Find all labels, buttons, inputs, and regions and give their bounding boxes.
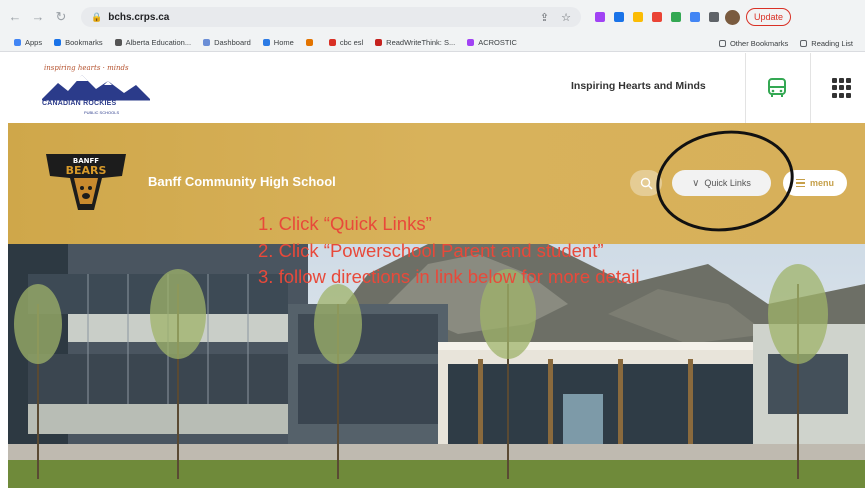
browser-toolbar: ← → ↻ 🔒 bchs.crps.ca ⇪ ☆ Update — [0, 0, 865, 34]
bookmarks-bar: Apps Bookmarks Alberta Education... Dashboa… — [0, 34, 865, 52]
bookmark-folder[interactable]: Other Bookmarks — [718, 38, 789, 48]
bookmark-folder[interactable]: Reading List — [800, 39, 853, 48]
school-banner: BANFF BEARS Banff Community High School … — [8, 121, 865, 244]
bookmark-favicon-icon — [54, 39, 62, 46]
bears-logo[interactable]: BANFF BEARS — [42, 148, 130, 214]
bookmark-item[interactable]: Dashboard — [203, 38, 251, 47]
logo-subtitle: PUBLIC SCHOOLS — [84, 110, 120, 115]
instruction-step-1: 1. Click “Quick Links” — [258, 213, 432, 234]
address-bar[interactable]: 🔒 bchs.crps.ca ⇪ ☆ — [81, 7, 581, 27]
profile-avatar[interactable] — [725, 9, 740, 25]
bookmark-label: Dashboard — [214, 38, 251, 47]
hand-drawn-circle-annotation — [649, 121, 801, 241]
extensions-bar — [595, 12, 719, 22]
puzzle-icon[interactable] — [709, 12, 719, 22]
instruction-step-2: 2. Click “Powerschool Parent and student… — [258, 240, 604, 261]
bookmark-label: cbc esl — [339, 38, 364, 47]
bookmark-folder-label: Other Bookmarks — [729, 38, 789, 48]
forward-icon[interactable]: → — [31, 10, 45, 24]
folder-icon — [718, 39, 726, 47]
extension-icon[interactable] — [690, 12, 700, 22]
bookmark-favicon-icon — [14, 39, 21, 46]
bookmark-item[interactable]: Home — [262, 38, 294, 47]
bears-logo-bottom-text: BEARS — [66, 164, 107, 177]
instruction-step-3: 3. follow directions in link below for m… — [258, 266, 640, 287]
bookmark-item[interactable]: ReadWriteThink: S... — [375, 38, 455, 47]
logo-tagline: inspiring hearts · minds — [44, 64, 129, 72]
update-button[interactable]: Update — [746, 8, 792, 26]
logo-name: CANADIAN ROCKIES — [42, 100, 117, 107]
share-icon[interactable]: ⇪ — [540, 11, 549, 24]
extension-icon[interactable] — [671, 12, 681, 22]
search-icon — [640, 177, 652, 189]
bookmark-favicon-icon — [262, 39, 270, 46]
school-name[interactable]: Banff Community High School — [148, 174, 336, 189]
bookmark-label: ReadWriteThink: S... — [386, 38, 456, 47]
bookmark-item[interactable]: cbc esl — [328, 38, 364, 47]
site-header — [0, 53, 865, 123]
bookmark-label: Bookmarks — [65, 38, 103, 47]
bookmark-item[interactable]: Alberta Education... — [114, 38, 192, 47]
bookmark-label: ACROSTIC — [478, 38, 517, 47]
url-text: bchs.crps.ca — [108, 11, 170, 23]
bookmark-item[interactable]: Apps — [14, 38, 42, 47]
bookmark-favicon-icon — [328, 39, 336, 46]
bookmark-favicon-icon — [305, 39, 313, 46]
hamburger-icon — [795, 178, 805, 188]
reload-icon[interactable]: ↻ — [54, 10, 68, 24]
extension-icon[interactable] — [652, 12, 662, 22]
bookmark-item[interactable]: ACROSTIC — [467, 38, 517, 47]
bookmark-item[interactable] — [305, 38, 317, 47]
bookmark-item[interactable]: Bookmarks — [54, 38, 103, 47]
extension-icon[interactable] — [614, 12, 624, 22]
lock-icon: 🔒 — [91, 11, 103, 22]
bookmark-label: Home — [273, 38, 294, 47]
extension-icon[interactable] — [595, 12, 605, 22]
back-icon[interactable]: ← — [8, 10, 22, 24]
bookmark-folder-label: Reading List — [811, 38, 853, 48]
folder-icon — [800, 39, 808, 47]
bookmark-favicon-icon — [114, 39, 122, 46]
bookmark-favicon-icon — [467, 39, 475, 46]
bookmark-label: Alberta Education... — [125, 38, 192, 47]
bookmark-star-icon[interactable]: ☆ — [561, 11, 571, 24]
bookmark-favicon-icon — [203, 39, 211, 46]
bookmark-label: Apps — [25, 38, 43, 47]
bookmark-favicon-icon — [375, 39, 383, 46]
menu-label: menu — [809, 178, 834, 188]
extension-icon[interactable] — [633, 12, 643, 22]
